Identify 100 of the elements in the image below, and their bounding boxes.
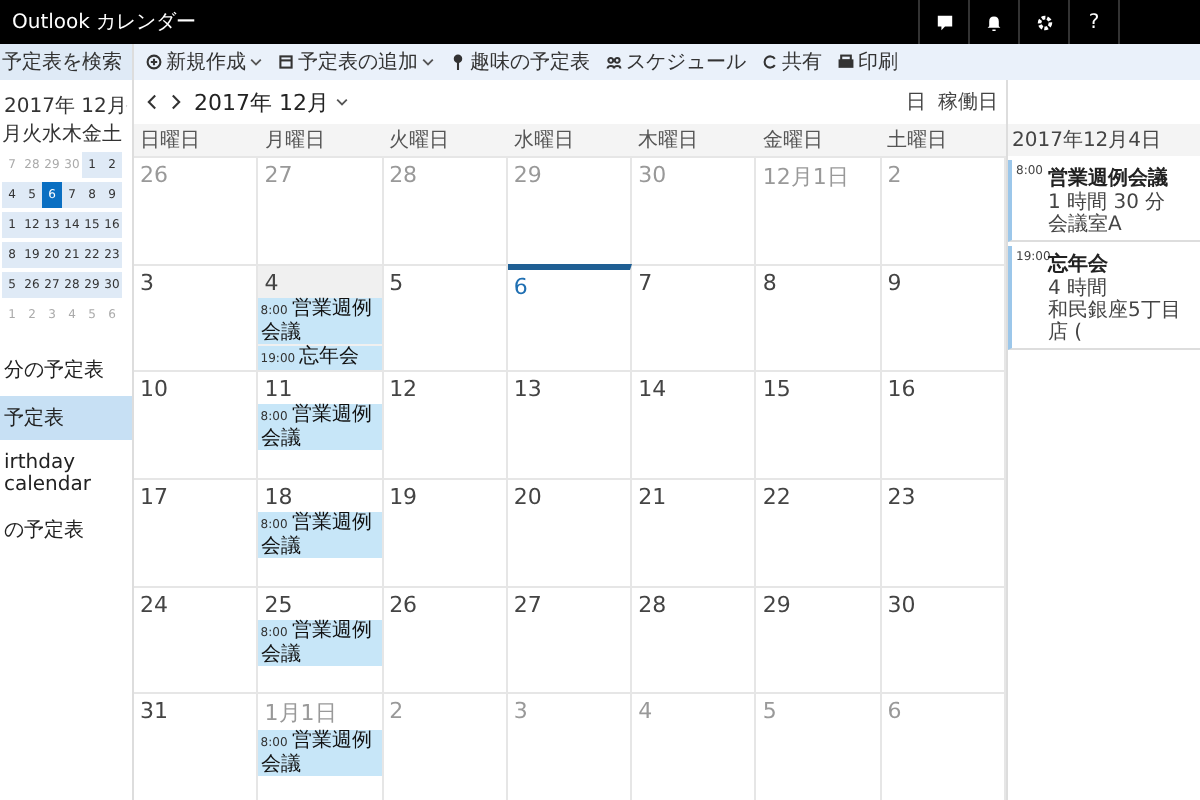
day-cell[interactable]: 6 bbox=[507, 263, 633, 371]
day-number: 12 bbox=[387, 374, 420, 403]
toolbar-button[interactable]: 共有 bbox=[762, 48, 822, 76]
weekday-header: 水曜日 bbox=[511, 127, 576, 156]
month-picker[interactable]: 2017年 12月 bbox=[194, 87, 347, 117]
day-cell[interactable]: 9 bbox=[881, 263, 1006, 371]
calendar-item[interactable]: 予定表 bbox=[0, 396, 132, 440]
day-cell[interactable]: 3 bbox=[134, 263, 259, 371]
weekday-header: 木曜日 bbox=[636, 127, 701, 156]
day-cell[interactable]: 30 bbox=[881, 585, 1006, 693]
day-number: 6 bbox=[885, 696, 904, 725]
day-number: 22 bbox=[760, 482, 793, 510]
day-number: 27 bbox=[511, 589, 544, 618]
day-number: 15 bbox=[760, 374, 793, 403]
settings-icon[interactable] bbox=[1035, 13, 1053, 31]
day-cell[interactable]: 29 bbox=[756, 585, 882, 693]
weekday-header: 金曜日 bbox=[760, 128, 825, 156]
chevron-left-icon[interactable] bbox=[146, 94, 158, 110]
day-cell[interactable]: 12 bbox=[383, 370, 508, 478]
weekday-header: 土曜日 bbox=[885, 127, 950, 156]
day-number: 28 bbox=[636, 589, 669, 618]
app-title: Outlook カレンダー bbox=[10, 10, 199, 36]
day-number: 13 bbox=[511, 374, 544, 403]
day-number: 16 bbox=[885, 374, 918, 403]
day-cell[interactable]: 26 bbox=[383, 585, 508, 693]
day-number: 9 bbox=[885, 267, 904, 296]
toolbar-button[interactable]: 新規作成 bbox=[146, 48, 262, 76]
day-cell[interactable]: 15 bbox=[756, 370, 882, 478]
day-cell[interactable]: 20 bbox=[507, 478, 633, 586]
day-cell[interactable]: 19 bbox=[383, 478, 508, 586]
people-icon bbox=[606, 54, 622, 70]
toolbar-button[interactable]: 予定表の追加 bbox=[278, 48, 434, 76]
weekday-header: 月曜日 bbox=[262, 128, 327, 156]
day-number: 8 bbox=[760, 267, 779, 296]
view-button[interactable]: 日 bbox=[906, 88, 926, 116]
day-number: 19 bbox=[387, 482, 420, 510]
weekday-label: 土 bbox=[102, 124, 122, 148]
pin-icon bbox=[450, 54, 466, 70]
day-number: 2 bbox=[387, 696, 406, 725]
day-cell[interactable]: 8 bbox=[756, 263, 882, 371]
day-cell[interactable]: 31 bbox=[134, 692, 259, 800]
day-cell[interactable]: 28 bbox=[632, 585, 757, 693]
day-number: 26 bbox=[138, 160, 170, 188]
event-location: 会議室A bbox=[1048, 214, 1122, 236]
toolbar-button[interactable]: 印刷 bbox=[838, 48, 898, 76]
chevron-down-icon bbox=[335, 96, 347, 108]
day-cell[interactable]: 17 bbox=[134, 478, 259, 586]
day-number: 4 bbox=[636, 696, 655, 725]
day-cell[interactable]: 16 bbox=[881, 370, 1006, 478]
weekday-label: 木 bbox=[62, 124, 82, 148]
day-number: 18 bbox=[262, 482, 295, 510]
weekday-header: 火曜日 bbox=[387, 127, 452, 156]
day-number: 25 bbox=[262, 589, 295, 618]
day-cell[interactable]: 13 bbox=[507, 370, 633, 478]
day-cell[interactable]: 24 bbox=[134, 585, 259, 693]
day-number: 30 bbox=[636, 160, 669, 188]
calendar-item[interactable]: irthday calendar bbox=[0, 444, 132, 504]
event-duration: 4 時間 bbox=[1048, 278, 1108, 300]
day-cell[interactable]: 21 bbox=[632, 478, 757, 586]
calendar-item[interactable]: の予定表 bbox=[0, 508, 132, 552]
toolbar-button[interactable]: スケジュール bbox=[606, 48, 746, 76]
day-cell[interactable]: 5 bbox=[383, 263, 508, 371]
calendar-item[interactable]: 分の予定表 bbox=[0, 348, 132, 392]
day-number: 11 bbox=[262, 374, 295, 403]
day-number: 17 bbox=[138, 482, 170, 510]
day-cell[interactable]: 14 bbox=[632, 370, 757, 478]
day-number: 30 bbox=[885, 589, 918, 618]
chat-icon[interactable] bbox=[935, 13, 953, 31]
day-cell[interactable]: 23 bbox=[881, 478, 1006, 586]
event-location: 和民銀座5丁目店 ( bbox=[1048, 300, 1183, 344]
weekday-header: 日曜日 bbox=[138, 128, 202, 156]
weekday-label: 火 bbox=[22, 124, 42, 148]
day-number: 10 bbox=[138, 374, 170, 403]
day-number: 5 bbox=[387, 267, 406, 296]
day-cell[interactable]: 10 bbox=[134, 370, 259, 478]
day-cell[interactable]: 22 bbox=[756, 478, 882, 586]
event-title[interactable]: 忘年会 bbox=[1048, 250, 1192, 278]
day-number: 3 bbox=[511, 696, 530, 725]
day-number: 4 bbox=[262, 267, 281, 296]
day-number: 12月1日 bbox=[760, 162, 851, 192]
day-number: 1月1日 bbox=[262, 698, 339, 729]
calendar-icon bbox=[278, 54, 294, 70]
day-cell[interactable]: 7 bbox=[632, 263, 757, 371]
day-cell[interactable]: 27 bbox=[507, 585, 633, 693]
toolbar-button[interactable]: 趣味の予定表 bbox=[450, 48, 590, 76]
agenda-date: 2017年12月4日 bbox=[1008, 124, 1200, 156]
day-number: 23 bbox=[885, 482, 918, 510]
day-number: 26 bbox=[387, 589, 420, 618]
weekday-label: 金 bbox=[82, 124, 102, 148]
day-number: 7 bbox=[636, 267, 655, 296]
day-number: 29 bbox=[511, 160, 544, 188]
day-number: 28 bbox=[387, 160, 420, 188]
search-field[interactable]: 予定表を検索 bbox=[0, 44, 132, 80]
day-number: 21 bbox=[636, 482, 669, 510]
event-title[interactable]: 営業週例会議 bbox=[1048, 164, 1192, 192]
day-number: 5 bbox=[760, 696, 779, 725]
bell-icon[interactable] bbox=[986, 13, 1002, 31]
view-button[interactable]: 稼働日 bbox=[938, 88, 998, 116]
event-duration: 1 時間 30 分 bbox=[1048, 192, 1166, 214]
day-number: 29 bbox=[760, 589, 793, 618]
